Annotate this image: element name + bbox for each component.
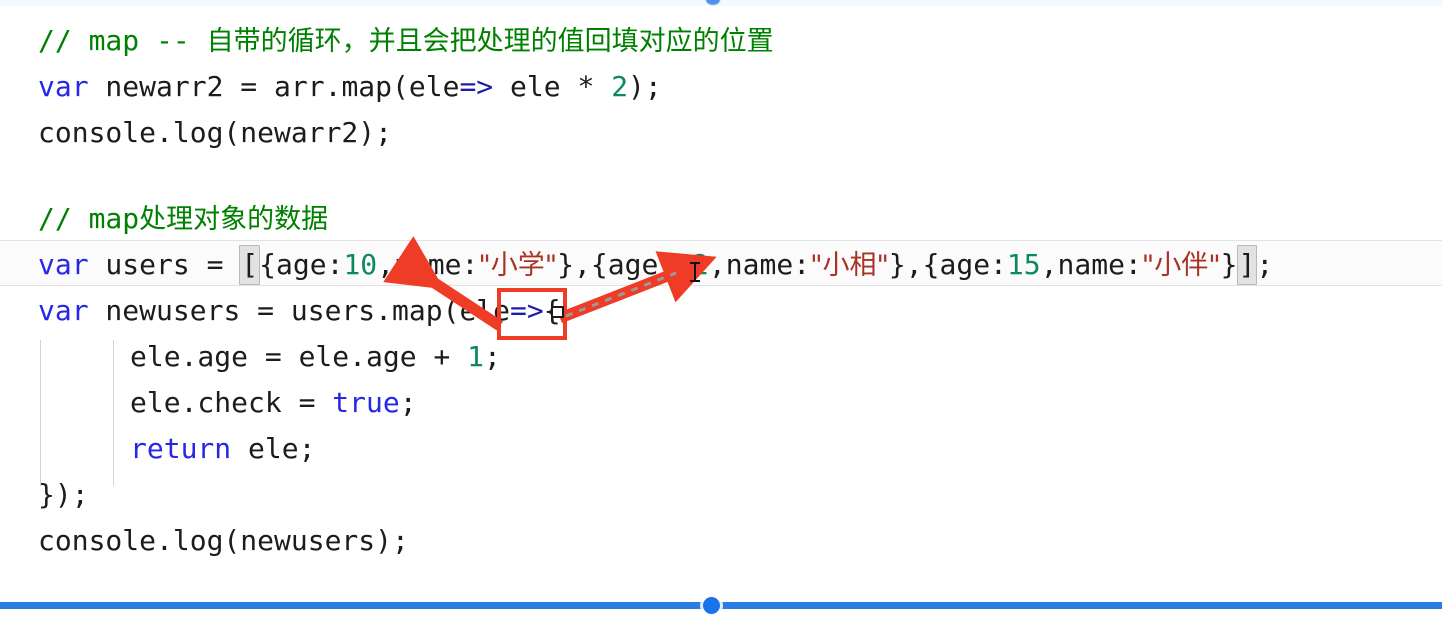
line5-comment-cjk: 处理对象的数据: [139, 204, 329, 235]
code-line-2[interactable]: var newarr2 = arr.map(ele=> ele * 2);: [0, 64, 1442, 109]
line6-close-bracket-match: ]: [1236, 245, 1258, 285]
line9-boolean: true: [332, 386, 400, 419]
line6-keyword-var: var: [38, 248, 89, 281]
line6-semicolon: ;: [1256, 248, 1274, 281]
line6-obj1-age: 10: [343, 248, 378, 281]
line2-keyword-var: var: [38, 70, 89, 103]
code-line-1[interactable]: // map -- 自带的循环，并且会把处理的值回填对应的位置: [0, 18, 1442, 63]
line6-obj1-mid: ,name:: [377, 248, 479, 281]
line7-arrow-token: =>: [510, 294, 544, 327]
video-player-bar[interactable]: [0, 582, 1442, 620]
code-line-3[interactable]: console.log(newarr2);: [0, 110, 1442, 155]
code-line-8[interactable]: ele.age = ele.age + 1;: [0, 334, 1442, 379]
line1-comment-cjk: 自带的循环，并且会把处理的值回填对应的位置: [206, 26, 774, 57]
line1-comment-ascii: map --: [88, 24, 207, 57]
code-line-11[interactable]: });: [0, 472, 1442, 517]
line8-number: 1: [467, 340, 485, 373]
line12-text: console.log(newusers);: [38, 524, 409, 557]
line8-post: ;: [484, 340, 501, 373]
line6-obj3-name: "小伴": [1141, 250, 1221, 281]
line10-keyword-return: return: [130, 432, 232, 465]
code-line-6[interactable]: var users = [{age:10,name:"小学"},{age:12,…: [0, 242, 1442, 287]
line6-obj1-post: },: [557, 248, 591, 281]
line6-obj3-mid: ,name:: [1040, 248, 1142, 281]
line5-comment-slashes: //: [38, 202, 89, 235]
line6-obj2-post: },: [888, 248, 923, 281]
line7-keyword-var: var: [38, 294, 89, 327]
line10-rest: ele;: [231, 432, 316, 465]
scrubber-played-progress: [0, 602, 711, 609]
line2-arrow-token: =>: [459, 70, 494, 103]
line9-pre: ele.check =: [130, 386, 333, 419]
line6-obj2-pre: {age:: [590, 248, 676, 281]
line6-obj3-pre: {age:: [922, 248, 1007, 281]
line5-comment-ascii: map: [88, 202, 140, 235]
line2-tail: );: [628, 70, 662, 103]
screenshot-root: // map -- 自带的循环，并且会把处理的值回填对应的位置 var newa…: [0, 0, 1442, 620]
line2-number: 2: [611, 70, 629, 103]
line6-obj1-name: "小学": [478, 250, 558, 281]
line6-identifier: users =: [88, 248, 241, 281]
code-line-5[interactable]: // map处理对象的数据: [0, 196, 1442, 241]
code-line-4-blank[interactable]: [0, 156, 1442, 201]
line3-text: console.log(newarr2);: [38, 116, 393, 149]
line6-obj1-pre: {age:: [259, 248, 344, 281]
line7-tail: {: [543, 294, 561, 327]
line8-pre: ele.age = ele.age +: [130, 340, 468, 373]
line1-comment-slashes: //: [38, 24, 89, 57]
code-line-10[interactable]: return ele;: [0, 426, 1442, 471]
line6-obj2-mid: ,name:: [708, 248, 811, 281]
code-line-7[interactable]: var newusers = users.map(ele=>{: [0, 288, 1442, 333]
line6-obj3-post: }: [1220, 248, 1238, 281]
code-line-9[interactable]: ele.check = true;: [0, 380, 1442, 425]
line2-body: ele *: [493, 70, 612, 103]
line9-post: ;: [399, 386, 417, 419]
line6-open-bracket-match: [: [239, 245, 261, 285]
code-editor-surface[interactable]: // map -- 自带的循环，并且会把处理的值回填对应的位置 var newa…: [0, 6, 1442, 582]
line6-obj2-age: 12: [675, 248, 709, 281]
line2-expression: newarr2 = arr.map(ele: [88, 70, 460, 103]
line7-expression: newusers = users.map(ele: [88, 294, 511, 327]
line6-obj2-name: "小相": [810, 250, 889, 281]
line11-text: });: [38, 478, 89, 511]
code-line-12[interactable]: console.log(newusers);: [0, 518, 1442, 563]
scrubber-handle[interactable]: [702, 597, 720, 614]
line6-obj3-age: 15: [1006, 248, 1041, 281]
